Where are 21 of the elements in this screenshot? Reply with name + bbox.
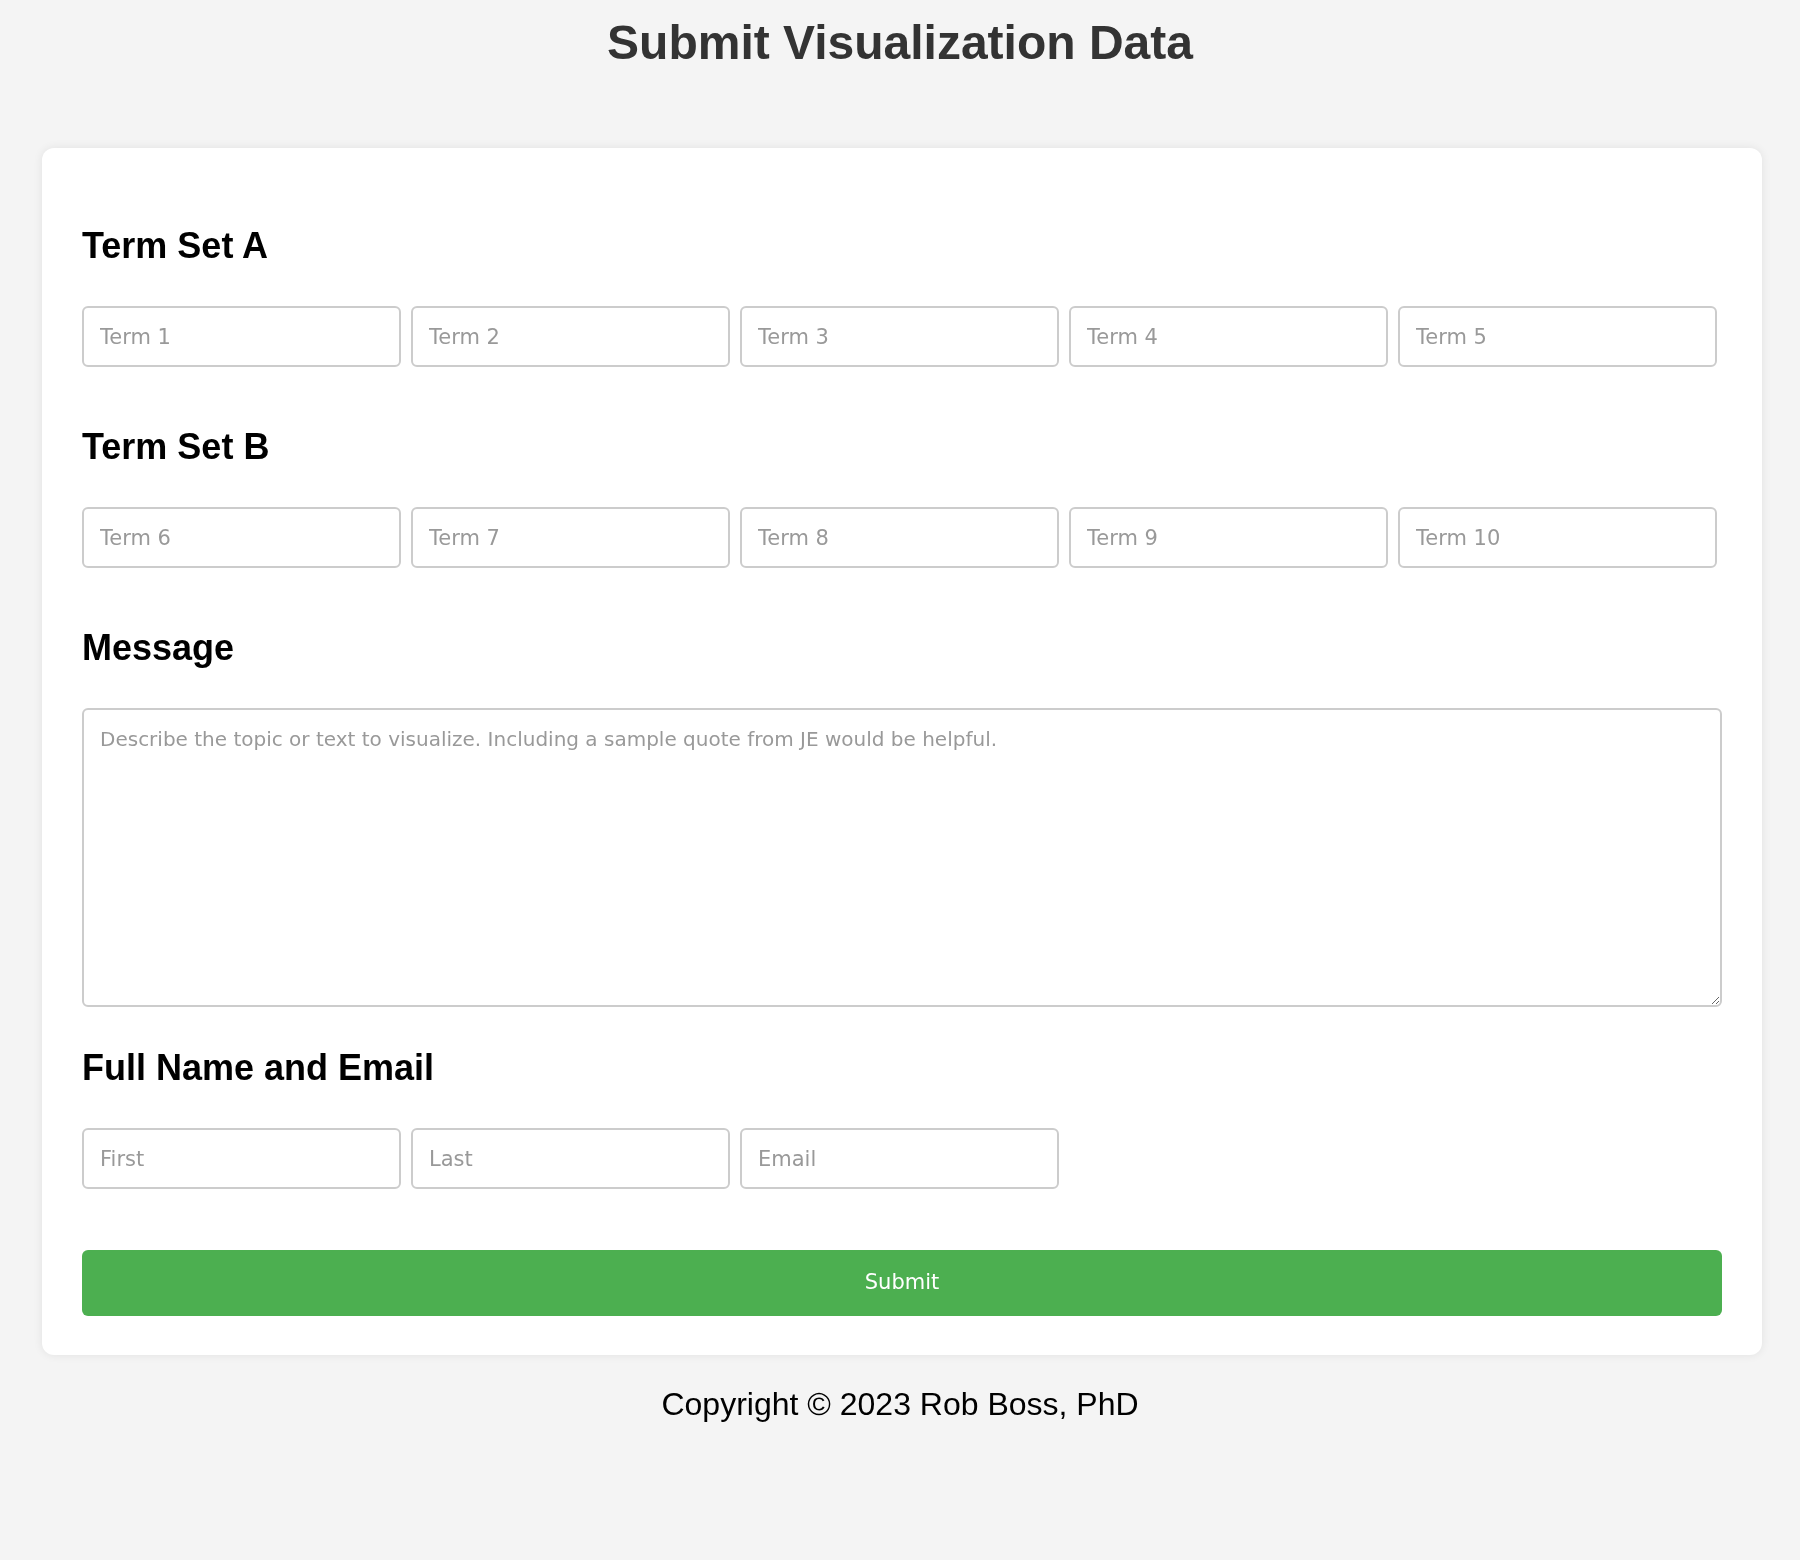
input-field[interactable]: Term 3 (740, 306, 1059, 367)
input-field[interactable]: First (82, 1128, 401, 1189)
input-field[interactable]: Last (411, 1128, 730, 1189)
input-field[interactable]: Email (740, 1128, 1059, 1189)
section-heading: Term Set A (82, 224, 270, 267)
message-field[interactable]: Describe the topic or text to visualize. Including a sample quote from JE would be helpful. (82, 708, 1722, 1007)
copyright-text: Copyright © 2023 Rob Boss, PhD (660, 1385, 1140, 1423)
input-field[interactable]: Term 5 (1398, 306, 1717, 367)
submit-button[interactable]: Submit (82, 1250, 1722, 1316)
page-title: Submit Visualization Data (606, 15, 1195, 71)
section-heading: Full Name and Email (82, 1046, 436, 1089)
input-field[interactable]: Term 8 (740, 507, 1059, 568)
section-heading: Message (82, 626, 236, 669)
input-field[interactable]: Term 7 (411, 507, 730, 568)
input-field[interactable]: Term 1 (82, 306, 401, 367)
input-field[interactable]: Term 9 (1069, 507, 1388, 568)
input-field[interactable]: Term 6 (82, 507, 401, 568)
input-field[interactable]: Term 10 (1398, 507, 1717, 568)
input-field[interactable]: Term 2 (411, 306, 730, 367)
section-heading: Term Set B (82, 425, 271, 468)
input-field[interactable]: Term 4 (1069, 306, 1388, 367)
